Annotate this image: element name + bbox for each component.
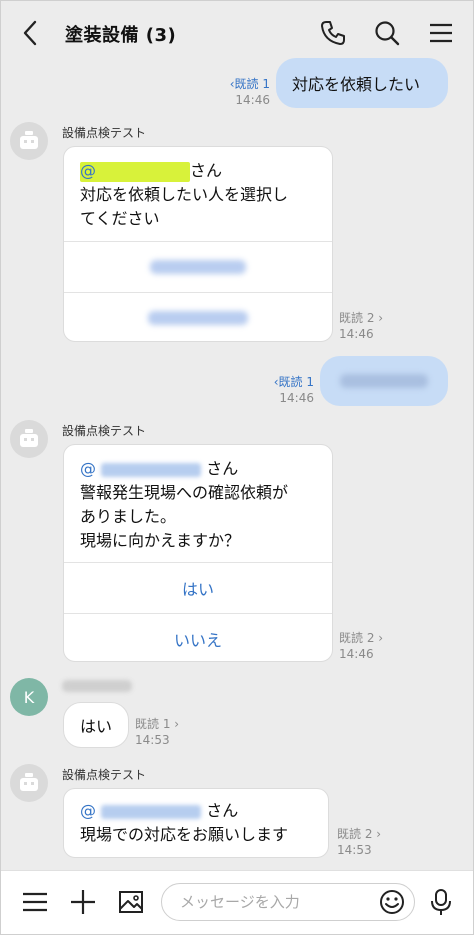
timestamp: 14:53 <box>337 843 372 857</box>
sender-name: 設備点検テスト <box>62 768 147 782</box>
timestamp: 14:53 <box>135 733 170 747</box>
message-text: 対応を依頼したい <box>292 75 421 94</box>
blurred-label <box>150 259 246 274</box>
card-body: @ さん 対応を依頼したい人を選択し てください <box>64 147 332 231</box>
mention-highlight <box>80 161 190 182</box>
card-text-line: 警報発生現場への確認依頼が <box>80 483 289 502</box>
search-icon[interactable] <box>373 19 401 47</box>
mention-suffix: さん <box>206 801 239 820</box>
phone-icon[interactable] <box>319 19 347 47</box>
chevron-right-icon: › <box>376 827 382 841</box>
message-meta: 既読 2 › 14:46 <box>339 630 383 662</box>
blurred-name <box>101 462 202 477</box>
bot-avatar[interactable] <box>10 764 48 802</box>
incoming-message[interactable]: はい <box>63 702 129 748</box>
timestamp: 14:46 <box>339 327 374 341</box>
bot-avatar[interactable] <box>10 122 48 160</box>
message-meta: 既読 2 › 14:46 <box>339 310 383 342</box>
mention-at: @ <box>80 459 96 478</box>
timestamp: 14:46 <box>339 647 374 661</box>
card-body: @ さん 現場での対応をお願いします <box>64 789 328 847</box>
bot-message-card: @ さん 警報発生現場への確認依頼が ありました。 現場に向かえますか？ はい … <box>63 444 333 662</box>
avatar-letter: K <box>23 687 35 707</box>
read-count: 既読 1 <box>135 717 171 731</box>
mention-at: @ <box>80 801 96 820</box>
menu-icon[interactable] <box>21 888 49 916</box>
card-text-line: てください <box>80 209 160 228</box>
input-bar <box>1 870 473 934</box>
message-meta: ‹既読 1 14:46 <box>214 76 270 108</box>
message-meta: ‹既読 1 14:46 <box>258 374 314 406</box>
chevron-right-icon: › <box>378 631 384 645</box>
robot-icon <box>20 773 38 791</box>
blurred-label <box>148 310 248 325</box>
message-input[interactable] <box>161 883 415 921</box>
chevron-right-icon: › <box>378 311 384 325</box>
timestamp: 14:46 <box>235 93 270 107</box>
outgoing-message[interactable] <box>320 356 448 406</box>
blurred-sender-name <box>62 680 132 692</box>
blurred-message-text <box>340 374 428 388</box>
emoji-icon[interactable] <box>378 888 406 916</box>
card-body: @ さん 警報発生現場への確認依頼が ありました。 現場に向かえますか？ <box>64 445 332 553</box>
outgoing-message[interactable]: 対応を依頼したい <box>276 58 448 108</box>
plus-icon[interactable] <box>69 888 97 916</box>
image-icon[interactable] <box>117 888 145 916</box>
chat-header: 塗装設備 (3) <box>1 1 473 63</box>
yes-button[interactable]: はい <box>64 562 332 612</box>
chat-title: 塗装設備 (3) <box>65 25 177 46</box>
message-meta: 既読 1 › 14:53 <box>135 716 179 748</box>
card-text-line: 対応を依頼したい人を選択し <box>80 185 289 204</box>
read-count: 既読 1 <box>278 375 314 389</box>
bot-avatar[interactable] <box>10 420 48 458</box>
bot-message-card: @ さん 現場での対応をお願いします <box>63 788 329 858</box>
sender-name: 設備点検テスト <box>62 126 147 140</box>
read-count: 既読 2 <box>339 311 375 325</box>
blurred-name <box>101 804 202 819</box>
message-meta: 既読 2 › 14:53 <box>337 826 381 858</box>
card-text-line: 現場での対応をお願いします <box>80 825 289 844</box>
message-text: はい <box>80 717 113 736</box>
choice-button[interactable] <box>64 292 332 341</box>
microphone-icon[interactable] <box>427 888 455 916</box>
robot-icon <box>20 429 38 447</box>
bot-message-card: @ さん 対応を依頼したい人を選択し てください <box>63 146 333 342</box>
no-button[interactable]: いいえ <box>64 613 332 661</box>
read-count: 既読 2 <box>339 631 375 645</box>
choice-button[interactable] <box>64 241 332 291</box>
chevron-right-icon: › <box>174 717 180 731</box>
back-icon[interactable] <box>19 19 43 47</box>
card-text-line: 現場に向かえますか？ <box>80 531 241 550</box>
robot-icon <box>20 131 38 149</box>
mention-suffix: さん <box>206 459 239 478</box>
mention-at: @ <box>80 161 96 180</box>
read-count: 既読 2 <box>337 827 373 841</box>
mention-suffix: さん <box>190 161 223 180</box>
timestamp: 14:46 <box>279 391 314 405</box>
read-count: 既読 1 <box>234 77 270 91</box>
menu-icon[interactable] <box>427 19 455 47</box>
card-text-line: ありました。 <box>80 507 177 526</box>
user-avatar[interactable]: K <box>10 678 48 716</box>
sender-name: 設備点検テスト <box>62 424 147 438</box>
